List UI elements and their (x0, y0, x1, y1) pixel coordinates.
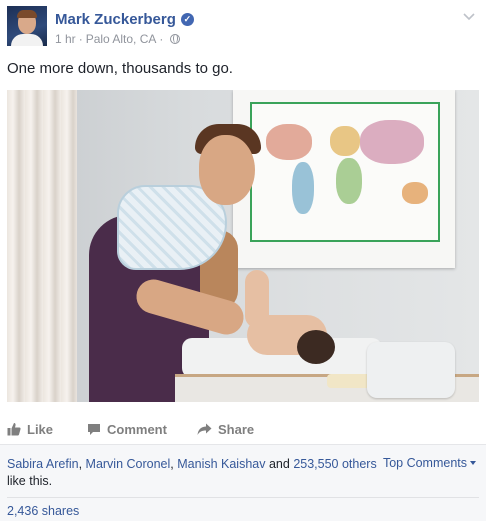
post-meta: 1 hr · Palo Alto, CA · (55, 31, 181, 47)
meta-separator-2: · (159, 32, 164, 46)
wipes-warmer (367, 342, 455, 398)
share-label: Share (218, 421, 255, 437)
timestamp[interactable]: 1 hr (55, 32, 76, 46)
post-photo[interactable] (7, 90, 479, 402)
action-bar: Like Comment Share (7, 414, 479, 444)
liker-link[interactable]: Marvin Coronel (86, 457, 171, 471)
comment-button[interactable]: Comment (87, 422, 197, 437)
meta-separator: · (78, 32, 83, 46)
top-comments-dropdown[interactable]: Top Comments (383, 456, 476, 470)
post-text: One more down, thousands to go. (7, 60, 233, 77)
author-name[interactable]: Mark Zuckerberg (55, 11, 176, 28)
shares-count[interactable]: 2,436 shares (7, 504, 79, 518)
chevron-down-icon[interactable] (463, 10, 475, 22)
location[interactable]: Palo Alto, CA (86, 32, 157, 46)
share-arrow-icon (197, 423, 212, 435)
comment-icon (88, 423, 100, 435)
caret-down-icon (470, 461, 476, 465)
likes-summary: Sabira Arefin, Marvin Coronel, Manish Ka… (7, 457, 377, 488)
globe-icon[interactable] (170, 34, 181, 44)
world-map-frame (233, 90, 455, 268)
likes-suffix: like this. (7, 474, 53, 488)
post-header: Mark Zuckerberg ✓ 1 hr · Palo Alto, CA · (7, 6, 479, 50)
comment-label: Comment (107, 421, 167, 437)
share-button[interactable]: Share (197, 422, 277, 437)
post-footer: Sabira Arefin, Marvin Coronel, Manish Ka… (0, 444, 486, 521)
like-button[interactable]: Like (7, 422, 87, 437)
others-link[interactable]: 253,550 others (293, 457, 376, 471)
avatar[interactable] (7, 6, 47, 46)
like-label: Like (27, 421, 54, 437)
feed-post: Mark Zuckerberg ✓ 1 hr · Palo Alto, CA ·… (0, 0, 486, 521)
curtain (7, 90, 77, 402)
liker-link[interactable]: Manish Kaishav (177, 457, 265, 471)
thumbs-up-icon (7, 423, 21, 436)
author-row: Mark Zuckerberg ✓ (55, 9, 194, 29)
top-comments-label: Top Comments (382, 456, 467, 470)
divider (7, 497, 479, 498)
liker-link[interactable]: Sabira Arefin (7, 457, 79, 471)
verified-badge-icon: ✓ (180, 12, 194, 26)
